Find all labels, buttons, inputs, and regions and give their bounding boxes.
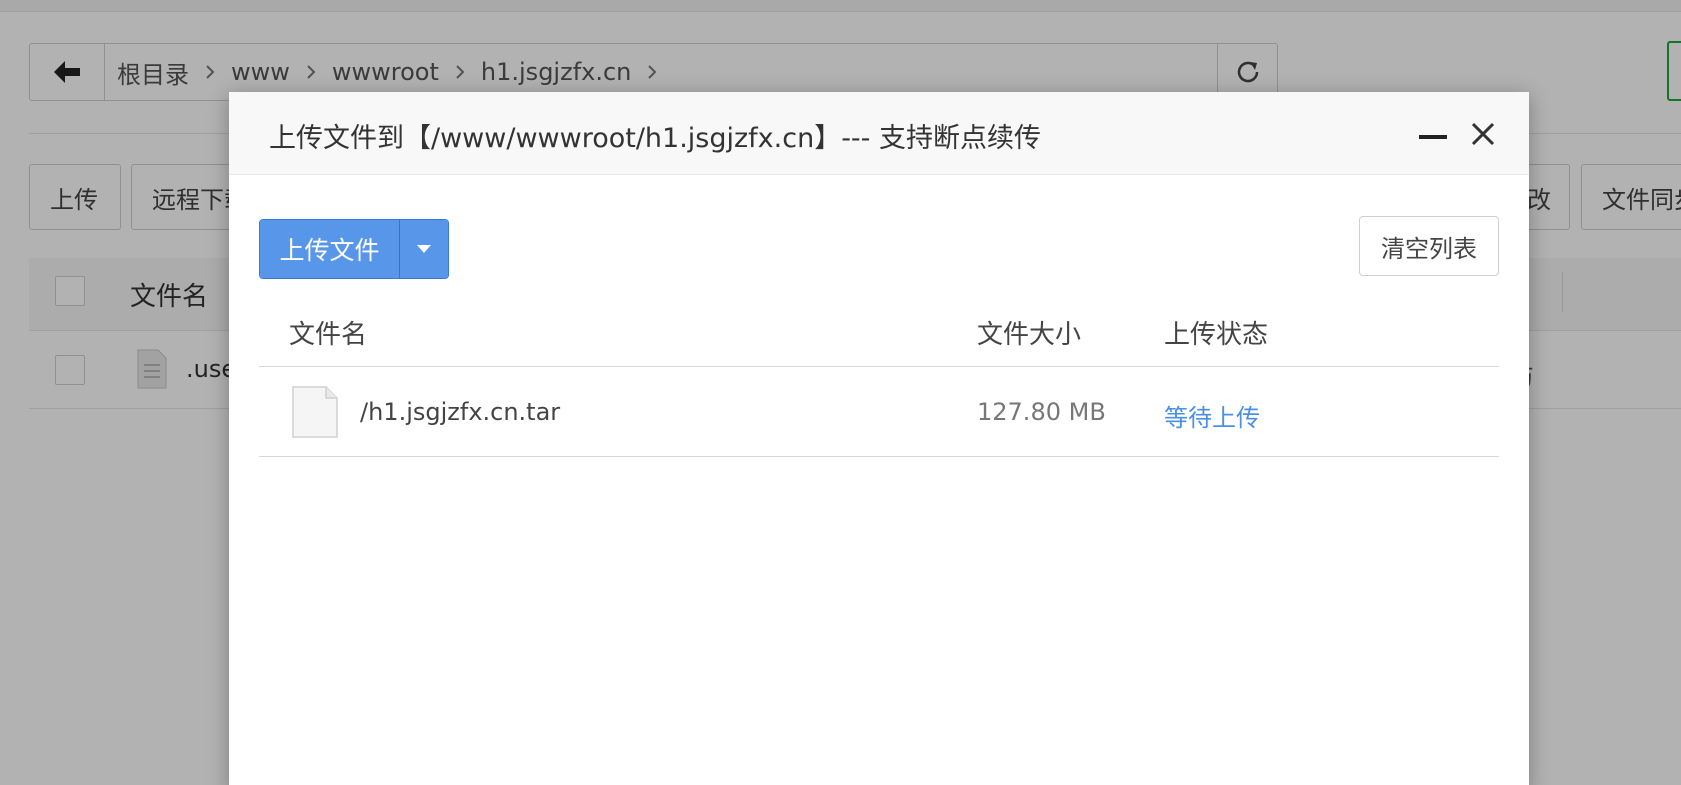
caret-down-icon [417,245,431,253]
upload-status: 等待上传 [1164,404,1260,432]
row-divider [259,456,1499,457]
header-divider [259,366,1499,367]
upload-options-dropdown[interactable] [399,220,448,278]
column-header-name: 文件名 [289,320,368,350]
upload-file-split-button: 上传文件 [259,219,449,279]
dialog-header[interactable]: 上传文件到【/www/wwwroot/h1.jsgjzfx.cn】--- 支持断… [229,92,1529,175]
close-icon [1471,122,1495,146]
upload-file-button[interactable]: 上传文件 [260,220,399,278]
column-header-size: 文件大小 [977,320,1082,350]
upload-dialog: 上传文件到【/www/wwwroot/h1.jsgjzfx.cn】--- 支持断… [229,92,1529,785]
file-icon [292,386,338,442]
dialog-title: 上传文件到【/www/wwwroot/h1.jsgjzfx.cn】--- 支持断… [269,123,1042,154]
minimize-icon [1419,135,1447,139]
upload-file-size: 127.80 MB [977,398,1106,426]
clear-list-button[interactable]: 清空列表 [1359,216,1499,276]
close-button[interactable] [1465,116,1501,152]
upload-file-name: /h1.jsgjzfx.cn.tar [360,398,561,426]
column-header-status: 上传状态 [1164,320,1269,350]
minimize-button[interactable] [1415,116,1451,152]
